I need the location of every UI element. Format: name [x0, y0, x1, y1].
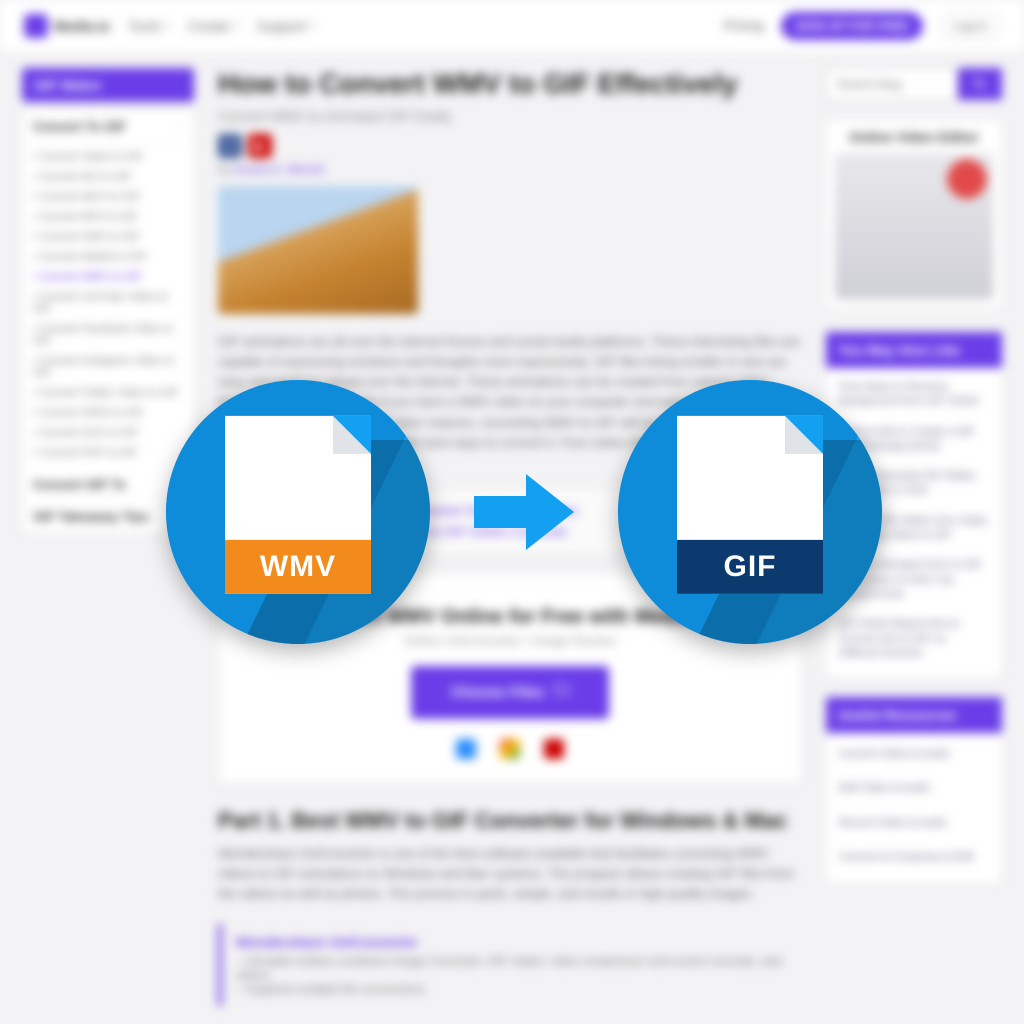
toc-item[interactable]: • Part 1. Best WMV to GIF Converter for … [251, 500, 785, 521]
sidebar: GIF Maker Convert To GIF– • Convert Vide… [22, 68, 194, 1006]
sidebar-group-convert-to-gif[interactable]: Convert To GIF– [23, 111, 193, 143]
also-link[interactable]: How to Add or Create a GIF for WhatsApp … [827, 417, 1001, 462]
article: How to Convert WMV to GIF Effectively Co… [218, 68, 802, 1006]
sidebar-item[interactable]: • Convert SWF to GIF [23, 227, 193, 247]
promo-badge-icon [947, 159, 987, 199]
part1-body: Wondershare UniConverter is one of the b… [218, 844, 802, 904]
search-button[interactable] [958, 68, 1002, 100]
table-of-contents: • Part 1. Best WMV to GIF Converter for … [234, 487, 802, 555]
also-link[interactable]: [10 Useful Ways] How to Convert AVI to G… [827, 609, 1001, 668]
also-link[interactable]: 10 Best GIF Maker from Video – Change Vi… [827, 506, 1001, 551]
hero-image [218, 186, 418, 314]
nav-tools[interactable]: Tools▾ [128, 18, 170, 34]
also-link[interactable]: 6 Easy Animated SVG to GIF Converters of… [827, 550, 1001, 609]
also-link[interactable]: Free Ways to Remove Background from GIF … [827, 372, 1001, 417]
resource-link[interactable]: Convert Video & Audio [827, 737, 1001, 771]
nav-create[interactable]: Create▾ [188, 18, 239, 34]
article-subtitle: Convert WMV to Animated GIF Easily [218, 108, 802, 124]
author-link[interactable]: Kendra D. Mitchell [234, 164, 324, 176]
sidebar-item[interactable]: • Convert MOV to GIF [23, 187, 193, 207]
sidebar-group-tips[interactable]: GIF Takeaway Tips [23, 501, 193, 533]
resource-link[interactable]: Record Video & Audio [827, 806, 1001, 840]
byline: By Kendra D. Mitchell [218, 164, 802, 176]
signup-button[interactable]: SIGN UP FOR FREE [781, 12, 922, 40]
promo-title: Online Video Editor [835, 129, 993, 145]
tool-subheading: Online UniConverter • Image Resizer [243, 633, 777, 648]
promo-card[interactable]: Online Video Editor [826, 120, 1002, 308]
youtube-share-icon[interactable]: ▶ [248, 134, 272, 158]
logo-icon [24, 14, 48, 38]
chevron-down-icon: ▾ [310, 20, 315, 31]
pricing-link[interactable]: Pricing [724, 18, 764, 33]
sidebar-item[interactable]: • Convert Facebook Video to GIF [23, 319, 193, 351]
intro-paragraph: GIF animations are all over the internet… [218, 332, 802, 473]
search-icon [972, 76, 988, 92]
minus-icon: – [177, 121, 183, 133]
tool-box: Convert WMV Online for Free with Media.i… [218, 573, 802, 784]
sidebar-item[interactable]: • Convert Twitter Video to GIF [23, 383, 193, 403]
part1-heading: Part 1. Best WMV to GIF Converter for Wi… [218, 808, 802, 834]
pitch-title[interactable]: Wondershare UniConverter [236, 934, 788, 950]
sidebar-item[interactable]: • Convert PDF to GIF [23, 443, 193, 463]
toc-item[interactable]: • Part 2. How to Convert WMV to GIF Onli… [251, 521, 785, 542]
search-box [826, 68, 1002, 100]
google-drive-icon[interactable] [500, 739, 520, 759]
youtube-icon[interactable] [544, 739, 564, 759]
sidebar-item[interactable]: • Convert MP4 to GIF [23, 207, 193, 227]
sidebar-title: GIF Maker [22, 68, 194, 102]
right-column: Online Video Editor You May Also Like Fr… [826, 68, 1002, 1006]
brand-logo[interactable]: Media.io [24, 14, 110, 38]
folder-icon: 🗀 [554, 680, 569, 705]
sidebar-item[interactable]: • Convert YouTube Video to GIF [23, 287, 193, 319]
sidebar-group-convert-gif-to[interactable]: Convert GIF To [23, 469, 193, 501]
chevron-down-icon: ▾ [234, 20, 239, 31]
product-pitch: Wondershare UniConverter – Versatile too… [218, 924, 802, 1006]
chevron-down-icon: ▾ [165, 20, 170, 31]
sidebar-item[interactable]: • Convert WebM to GIF [23, 247, 193, 267]
search-input[interactable] [826, 68, 958, 100]
nav-support[interactable]: Support▾ [257, 18, 315, 34]
login-button[interactable]: Log In [941, 12, 1000, 40]
also-like-heading: You May Also Like [826, 332, 1002, 368]
resources-heading: Useful Resources [826, 697, 1002, 733]
choose-files-button[interactable]: Choose Files 🗀 [411, 666, 609, 719]
resource-link[interactable]: Edit Video & Audio [827, 771, 1001, 805]
promo-image [835, 153, 993, 299]
sidebar-item[interactable]: • Convert AVI to GIF [23, 167, 193, 187]
topbar: Media.io Tools▾ Create▾ Support▾ Pricing… [0, 0, 1024, 52]
dropbox-icon[interactable] [456, 739, 476, 759]
sidebar-item[interactable]: • Convert JPEG to GIF [23, 403, 193, 423]
brand-name: Media.io [54, 18, 110, 34]
sidebar-item[interactable]: • Convert Video to GIF [23, 147, 193, 167]
sidebar-item[interactable]: • Convert Instagram Video to GIF [23, 351, 193, 383]
also-link[interactable]: Top 10 Animated GIF Maker and Editor in … [827, 461, 1001, 506]
facebook-share-icon[interactable]: f [218, 134, 242, 158]
sidebar-item[interactable]: • Convert SVG to GIF [23, 423, 193, 443]
resource-link[interactable]: Convert & Compress & Edit [827, 840, 1001, 874]
sidebar-item-active[interactable]: • Convert WMV to GIF [23, 267, 193, 287]
article-title: How to Convert WMV to GIF Effectively [218, 68, 802, 100]
tool-heading: Convert WMV Online for Free with Media.i… [243, 606, 777, 629]
